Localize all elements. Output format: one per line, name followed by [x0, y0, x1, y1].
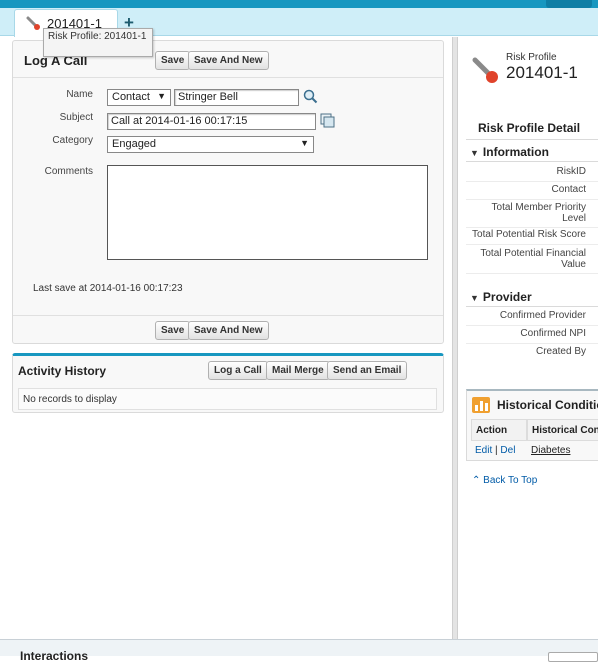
row-divider: [466, 343, 598, 344]
field-label-created-by: Created By: [535, 346, 586, 357]
empty-state: No records to display: [18, 388, 437, 410]
name-lookup-input[interactable]: Stringer Bell: [174, 89, 299, 106]
activity-history-title: Activity History: [18, 364, 107, 378]
row-divider: [466, 181, 598, 182]
field-label-risk-score: Total Potential Risk Score: [472, 229, 586, 240]
field-label-confirmed-npi: Confirmed NPI: [520, 328, 586, 339]
save-button-bottom[interactable]: Save: [155, 321, 191, 340]
mail-merge-button[interactable]: Mail Merge: [266, 361, 330, 380]
field-label-riskid: RiskID: [556, 166, 586, 177]
top-bar: [0, 0, 598, 8]
information-heading: Information: [482, 145, 549, 159]
historical-conditions-panel: Historical Conditions Action Historical …: [466, 389, 598, 461]
tab-tooltip: Risk Profile: 201401-1: [43, 28, 153, 57]
name-label: Name: [66, 89, 93, 100]
row-divider: [466, 244, 598, 245]
caret-up-icon: ⌃: [472, 475, 484, 486]
action-separator: |: [495, 445, 498, 456]
detail-pane: Risk Profile 201401-1 Risk Profile Detai…: [458, 37, 598, 639]
category-label: Category: [52, 135, 93, 146]
activity-history-panel: Activity History Log a Call Mail Merge S…: [12, 353, 444, 413]
field-label-confirmed-provider: Confirmed Provider: [499, 310, 586, 321]
field-label-financial-value: Total Potential Financial Value: [480, 248, 586, 270]
delete-link[interactable]: Del: [500, 445, 515, 456]
provider-section-toggle[interactable]: ▼ Provider: [470, 290, 532, 304]
thermometer-icon: [26, 16, 40, 30]
row-divider: [466, 325, 598, 326]
log-a-call-panel: Log A Call Save Save And New Name Contac…: [12, 40, 444, 344]
divider: [13, 77, 443, 78]
edit-link[interactable]: Edit: [475, 445, 492, 456]
back-to-top-link[interactable]: ⌃ Back To Top: [472, 475, 537, 486]
save-and-new-button-top[interactable]: Save And New: [188, 51, 269, 70]
last-save-text: Last save at 2014-01-16 00:17:23: [33, 283, 183, 294]
table-row-actions: Edit | Del: [471, 441, 519, 460]
historical-conditions-title: Historical Conditions: [497, 398, 598, 412]
column-header-action: Action: [471, 419, 527, 441]
log-a-call-button[interactable]: Log a Call: [208, 361, 268, 380]
condition-link[interactable]: Diabetes: [527, 441, 574, 460]
row-divider: [466, 227, 598, 228]
footer-bar: Interactions: [0, 639, 598, 663]
combobox-icon[interactable]: [320, 113, 335, 128]
back-to-top-label: Back To Top: [483, 475, 538, 486]
column-header-condition: Historical Con: [527, 419, 598, 441]
record-title: 201401-1: [506, 63, 578, 82]
subject-input[interactable]: Call at 2014-01-16 00:17:15: [107, 113, 316, 130]
divider: [13, 315, 443, 316]
lookup-icon[interactable]: [303, 89, 318, 104]
record-type: Risk Profile: [506, 52, 557, 63]
category-value: Engaged: [112, 138, 157, 150]
thermometer-icon: [472, 57, 498, 83]
send-email-button[interactable]: Send an Email: [327, 361, 408, 380]
footer-label: Interactions: [20, 649, 89, 663]
provider-heading: Provider: [482, 290, 532, 304]
footer-control[interactable]: [548, 652, 598, 662]
dropdown-arrow-icon: ▼: [157, 91, 166, 101]
name-type-select[interactable]: Contact ▼: [107, 89, 171, 106]
information-section-toggle[interactable]: ▼ Information: [470, 145, 549, 159]
collapse-triangle-icon: ▼: [470, 293, 479, 303]
field-label-contact: Contact: [551, 184, 586, 195]
category-select[interactable]: Engaged ▼: [107, 136, 314, 153]
comments-textarea[interactable]: [107, 165, 428, 260]
collapse-toggle[interactable]: [546, 0, 592, 8]
collapse-triangle-icon: ▼: [470, 148, 479, 158]
divider: [466, 139, 598, 140]
name-type-value: Contact: [112, 91, 150, 103]
row-divider: [466, 273, 598, 274]
detail-heading: Risk Profile Detail: [478, 121, 581, 135]
subject-label: Subject: [59, 112, 93, 123]
divider: [466, 161, 598, 162]
divider: [466, 306, 598, 307]
comments-label: Comments: [44, 166, 93, 177]
row-divider: [466, 199, 598, 200]
chart-icon: [472, 397, 490, 413]
save-and-new-button-bottom[interactable]: Save And New: [188, 321, 269, 340]
save-button-top[interactable]: Save: [155, 51, 191, 70]
dropdown-arrow-icon: ▼: [300, 138, 309, 148]
field-label-priority-level: Total Member Priority Level: [491, 202, 586, 224]
